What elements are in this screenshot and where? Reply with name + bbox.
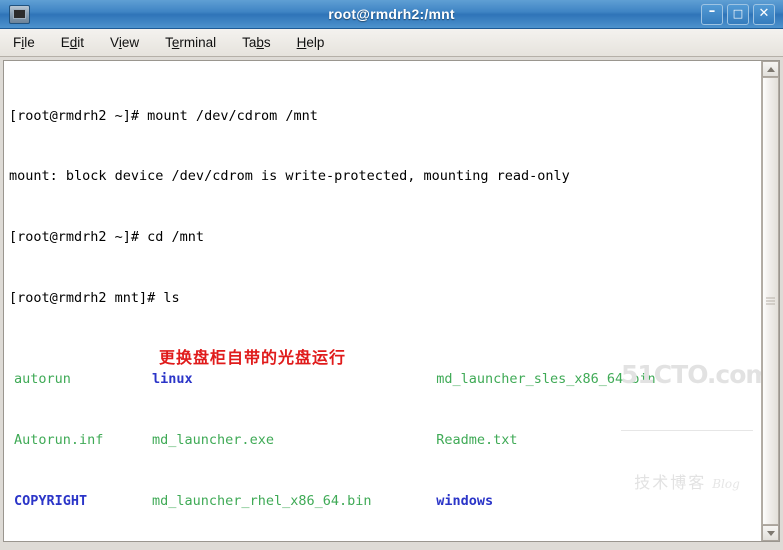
maximize-button[interactable]: □	[727, 3, 749, 25]
window-controls: – □ ✕	[701, 3, 779, 25]
scrollbar-track[interactable]	[762, 77, 779, 525]
scrollbar-thumb[interactable]	[762, 77, 779, 525]
terminal-output[interactable]: [root@rmdrh2 ~]# mount /dev/cdrom /mnt m…	[4, 61, 761, 541]
terminal-icon	[9, 4, 30, 24]
title-bar: root@rmdrh2:/mnt – □ ✕	[0, 0, 783, 29]
menu-label-post: le	[24, 35, 35, 50]
menu-label-pre: F	[13, 35, 22, 50]
menu-label-pre: V	[110, 35, 119, 50]
ls-entry: md_launcher_sles_x86_64.bin	[436, 371, 656, 388]
menu-label-post: it	[77, 35, 85, 50]
terminal-line: [root@rmdrh2 ~]# mount /dev/cdrom /mnt	[9, 107, 318, 124]
terminal-frame: [root@rmdrh2 ~]# mount /dev/cdrom /mnt m…	[3, 60, 780, 542]
scroll-up-button[interactable]	[762, 61, 779, 77]
ls-entry: md_launcher.exe	[152, 432, 274, 449]
terminal-line: mount: block device /dev/cdrom is write-…	[9, 168, 570, 185]
minimize-button[interactable]: –	[701, 3, 723, 25]
menu-item-file[interactable]: File	[10, 33, 38, 52]
menu-mnemonic: b	[256, 35, 264, 50]
menu-label-pre: Ta	[242, 35, 257, 50]
menu-label-post: ew	[121, 35, 140, 50]
terminal-line: [root@rmdrh2 mnt]# ls	[9, 290, 180, 307]
ls-entry: Autorun.inf	[14, 432, 104, 449]
menu-mnemonic: H	[296, 35, 307, 50]
chevron-up-icon	[766, 66, 775, 72]
menu-item-help[interactable]: Help	[294, 33, 328, 52]
ls-output-row: COPYRIGHT md_launcher_rhel_x86_64.bin wind…	[9, 491, 761, 511]
menu-label-pre: T	[165, 35, 172, 50]
close-button[interactable]: ✕	[753, 3, 775, 25]
terminal-scrollbar[interactable]	[761, 61, 779, 541]
menu-label-post: elp	[306, 35, 325, 50]
window-title: root@rmdrh2:/mnt	[328, 6, 455, 22]
menu-item-terminal[interactable]: Terminal	[162, 33, 219, 52]
scroll-down-button[interactable]	[762, 525, 779, 541]
menu-label-pre: E	[60, 35, 70, 50]
ls-output-row: autorun linux md_launcher_sles_x86_64.bin	[9, 369, 761, 389]
menu-bar: File Edit View Terminal Tabs Help	[0, 29, 783, 57]
ls-entry: md_launcher_rhel_x86_64.bin	[152, 493, 372, 510]
terminal-area: [root@rmdrh2 ~]# mount /dev/cdrom /mnt m…	[0, 57, 783, 550]
menu-item-view[interactable]: View	[107, 33, 142, 52]
scrollbar-grip	[766, 296, 775, 307]
menu-item-tabs[interactable]: Tabs	[239, 33, 274, 52]
annotation-text: 更换盘柜自带的光盘运行	[159, 348, 347, 367]
terminal-line: [root@rmdrh2 ~]# cd /mnt	[9, 229, 205, 246]
menu-item-edit[interactable]: Edit	[58, 33, 87, 52]
ls-output-row: Autorun.inf md_launcher.exe Readme.txt	[9, 430, 761, 450]
ls-entry: Readme.txt	[436, 432, 518, 449]
menu-label-post: rminal	[179, 35, 217, 50]
menu-label-post: s	[263, 35, 271, 50]
chevron-down-icon	[766, 530, 775, 536]
ls-entry: windows	[436, 493, 494, 510]
ls-entry: COPYRIGHT	[14, 493, 88, 510]
ls-entry: linux	[152, 371, 193, 388]
ls-entry: autorun	[14, 371, 71, 388]
terminal-window: root@rmdrh2:/mnt – □ ✕ File Edit View Te…	[0, 0, 783, 550]
